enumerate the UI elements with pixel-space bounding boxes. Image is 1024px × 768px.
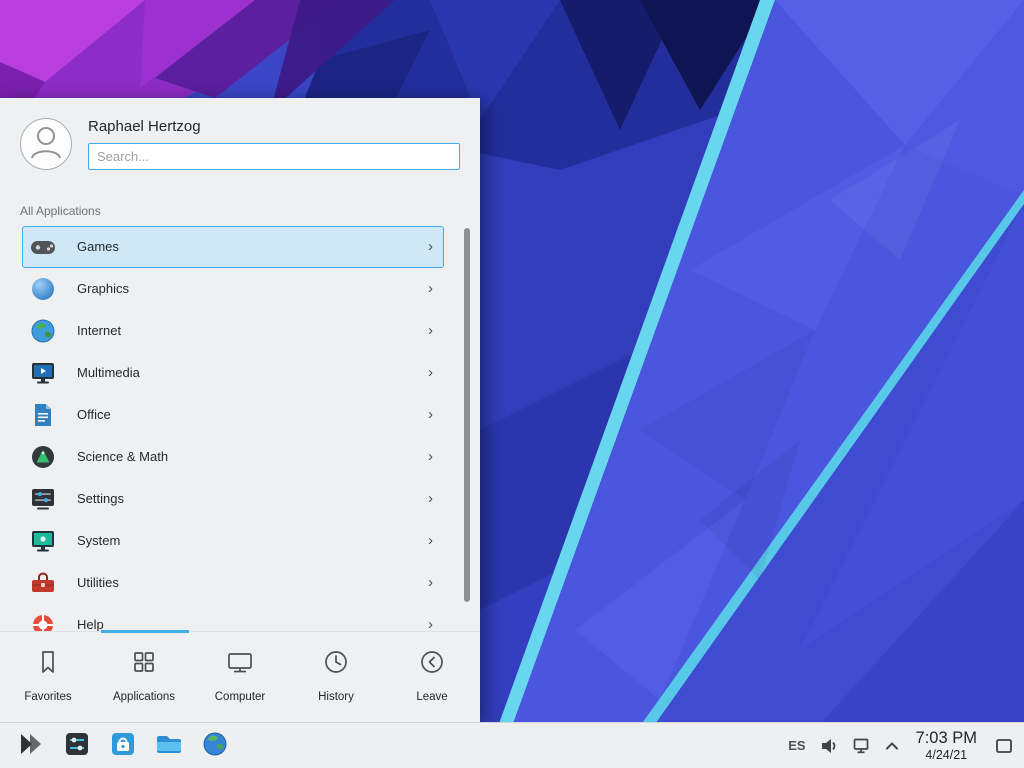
submenu-arrow-icon: › xyxy=(428,281,433,296)
category-games[interactable]: Games › xyxy=(22,226,444,268)
scrollbar[interactable] xyxy=(464,228,470,602)
launcher-header-right: Raphael Hertzog xyxy=(88,118,460,188)
bookmark-icon xyxy=(33,647,63,682)
utilities-toolbox-icon xyxy=(29,569,57,597)
tab-applications[interactable]: Applications xyxy=(96,632,192,722)
category-internet[interactable]: Internet › xyxy=(22,310,444,352)
tab-history[interactable]: History xyxy=(288,632,384,722)
category-office[interactable]: Office › xyxy=(22,394,444,436)
avatar[interactable] xyxy=(20,118,72,170)
clock[interactable]: 7:03 PM 4/24/21 xyxy=(916,729,977,763)
tab-label: Applications xyxy=(113,691,175,703)
submenu-arrow-icon: › xyxy=(428,407,433,422)
tab-label: Computer xyxy=(215,691,266,703)
category-label: Settings xyxy=(77,491,124,506)
leave-icon xyxy=(417,647,447,682)
submenu-arrow-icon: › xyxy=(428,323,433,338)
system-settings-button[interactable] xyxy=(62,731,92,761)
active-tab-indicator xyxy=(101,630,189,633)
help-lifebuoy-icon xyxy=(29,611,57,631)
category-system[interactable]: System › xyxy=(22,520,444,562)
submenu-arrow-icon: › xyxy=(428,491,433,506)
category-label: Help xyxy=(77,617,104,631)
category-utilities[interactable]: Utilities › xyxy=(22,562,444,604)
taskbar: ES 7:03 PM xyxy=(0,722,1024,768)
web-browser-button[interactable] xyxy=(200,731,230,761)
category-label: Office xyxy=(77,407,111,422)
category-items: Games › Graphic xyxy=(22,226,444,631)
network-icon[interactable] xyxy=(852,736,872,756)
graphics-sphere-icon xyxy=(29,275,57,303)
category-label: Games xyxy=(77,239,119,254)
launcher-header: Raphael Hertzog xyxy=(20,118,460,188)
tray-expand-arrow-icon[interactable] xyxy=(885,741,899,751)
user-name: Raphael Hertzog xyxy=(88,118,460,136)
section-label: All Applications xyxy=(20,204,460,218)
discover-bag-icon xyxy=(108,729,138,762)
multimedia-monitor-icon xyxy=(29,359,57,387)
system-settings-icon xyxy=(62,729,92,762)
globe-icon xyxy=(29,317,57,345)
keyboard-layout-indicator[interactable]: ES xyxy=(788,738,805,753)
folder-icon xyxy=(154,729,184,762)
category-multimedia[interactable]: Multimedia › xyxy=(22,352,444,394)
category-science-math[interactable]: Science & Math › xyxy=(22,436,444,478)
clock-icon xyxy=(321,647,351,682)
category-list: Games › Graphic xyxy=(0,226,480,631)
submenu-arrow-icon: › xyxy=(428,575,433,590)
category-help[interactable]: Help › xyxy=(22,604,444,631)
submenu-arrow-icon: › xyxy=(428,449,433,464)
user-icon xyxy=(20,116,72,173)
category-graphics[interactable]: Graphics › xyxy=(22,268,444,310)
show-desktop-button[interactable] xyxy=(994,736,1014,756)
clock-time: 7:03 PM xyxy=(916,729,977,748)
system-tray: ES 7:03 PM xyxy=(788,729,1016,763)
category-label: Science & Math xyxy=(77,449,168,464)
application-launcher-menu: Raphael Hertzog All Applications xyxy=(0,98,480,722)
volume-icon[interactable] xyxy=(819,736,839,756)
system-monitor-icon xyxy=(29,527,57,555)
science-flask-icon xyxy=(29,443,57,471)
tab-leave[interactable]: Leave xyxy=(384,632,480,722)
app-launcher-button[interactable] xyxy=(16,731,46,761)
search-input[interactable] xyxy=(88,143,460,170)
gamepad-icon xyxy=(29,233,57,261)
office-document-icon xyxy=(29,401,57,429)
discover-button[interactable] xyxy=(108,731,138,761)
category-label: Graphics xyxy=(77,281,129,296)
app-launcher-icon xyxy=(16,729,46,762)
category-label: Internet xyxy=(77,323,121,338)
submenu-arrow-icon: › xyxy=(428,533,433,548)
submenu-arrow-icon: › xyxy=(428,239,433,254)
submenu-arrow-icon: › xyxy=(428,617,433,631)
file-manager-button[interactable] xyxy=(154,731,184,761)
tab-label: History xyxy=(318,691,354,703)
category-settings[interactable]: Settings › xyxy=(22,478,444,520)
tab-label: Favorites xyxy=(24,691,71,703)
submenu-arrow-icon: › xyxy=(428,365,433,380)
settings-sliders-icon xyxy=(29,485,57,513)
grid-icon xyxy=(129,647,159,682)
category-label: System xyxy=(77,533,120,548)
tab-favorites[interactable]: Favorites xyxy=(0,632,96,722)
browser-globe-icon xyxy=(200,729,230,762)
tab-label: Leave xyxy=(416,691,447,703)
category-label: Utilities xyxy=(77,575,119,590)
launcher-tab-bar: Favorites Applications xyxy=(0,631,480,722)
clock-date: 4/24/21 xyxy=(916,748,977,763)
monitor-icon xyxy=(225,647,255,682)
desktop: Raphael Hertzog All Applications xyxy=(0,0,1024,768)
tab-computer[interactable]: Computer xyxy=(192,632,288,722)
category-label: Multimedia xyxy=(77,365,140,380)
